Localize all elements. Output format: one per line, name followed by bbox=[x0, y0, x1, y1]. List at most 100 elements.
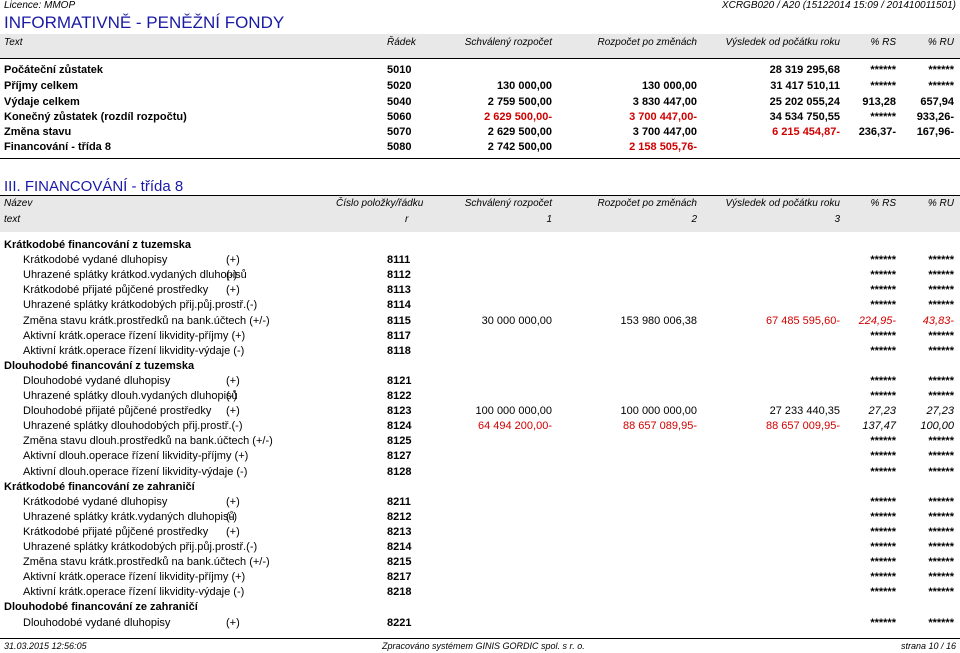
col-index-r: r bbox=[405, 214, 409, 225]
ru-value: ****** bbox=[928, 299, 954, 312]
vysledek-value: 27 233 440,35 bbox=[769, 405, 840, 418]
rs-value: ****** bbox=[870, 374, 896, 387]
table-row: Aktivní dlouh.operace řízení likvidity-v… bbox=[0, 466, 960, 481]
col-header-rozpocet: Rozpočet po změnách bbox=[597, 198, 697, 209]
ru-value: ****** bbox=[928, 616, 954, 629]
col-header-vysledek: Výsledek od počátku roku bbox=[725, 198, 840, 209]
rs-value: ****** bbox=[870, 254, 896, 267]
footer-system: Zpracováno systémem GINIS GORDIC spol. s… bbox=[382, 641, 585, 651]
summary-row: Výdaje celkem 5040 2 759 500,00 3 830 447,0… bbox=[0, 96, 960, 111]
section-title: III. FINANCOVÁNÍ - třída 8 bbox=[4, 178, 184, 195]
row-label: Aktivní dlouh.operace řízení likvidity-p… bbox=[23, 450, 249, 463]
row-label: Uhrazené splátky dlouh.vydaných dluhopis… bbox=[23, 390, 238, 402]
table-row: Aktivní krátk.operace řízení likvidity-p… bbox=[0, 571, 960, 586]
table-row: Uhrazené splátky krátkodobých přij.půj.p… bbox=[0, 541, 960, 556]
row-sign: (+) bbox=[226, 254, 240, 267]
rs-value: ****** bbox=[870, 571, 896, 584]
ru-value: ****** bbox=[928, 541, 954, 553]
row-code: 5020 bbox=[387, 80, 412, 92]
row-sign: (+) bbox=[226, 374, 240, 387]
ru-value: ****** bbox=[928, 344, 954, 357]
vysledek-value: 88 657 009,95- bbox=[765, 420, 840, 433]
vysledek-value: 31 417 510,11 bbox=[770, 80, 840, 92]
schvaleny-value: 2 629 500,00 bbox=[487, 126, 552, 138]
summary-row: Financování - třída 8 5080 2 742 500,00 2 1… bbox=[0, 141, 960, 156]
table-row: Krátkodobé vydané dluhopisy (+) 8211 ******… bbox=[0, 496, 960, 511]
row-code: 8117 bbox=[387, 329, 411, 342]
row-sign: (-) bbox=[226, 390, 237, 402]
rs-value: ****** bbox=[870, 299, 896, 312]
table-row: Krátkodobé přijaté půjčené prostředky (+)… bbox=[0, 284, 960, 299]
ru-value: 167,96- bbox=[916, 126, 954, 138]
ru-value: ****** bbox=[928, 80, 954, 92]
rs-value: ****** bbox=[870, 64, 896, 76]
rozpocet-value: 153 980 006,38 bbox=[620, 314, 697, 327]
row-sign: (+) bbox=[226, 405, 240, 418]
rs-value: ****** bbox=[870, 541, 896, 553]
ru-value: ****** bbox=[928, 495, 954, 508]
ru-value: ****** bbox=[928, 435, 954, 448]
schvaleny-value: 130 000,00 bbox=[496, 80, 552, 92]
table-row: Krátkodobé vydané dluhopisy (+) 8111 ******… bbox=[0, 254, 960, 269]
row-sign: (+) bbox=[226, 495, 240, 508]
ru-value: ****** bbox=[928, 269, 954, 282]
rs-value: 236,37- bbox=[858, 126, 896, 138]
row-label: Příjmy celkem bbox=[4, 80, 78, 92]
col-header-rs: % RS bbox=[870, 198, 896, 209]
row-code: 8212 bbox=[387, 510, 412, 523]
row-code: 8214 bbox=[387, 541, 412, 553]
col-header-nazev: Název bbox=[4, 198, 33, 209]
row-label: Uhrazené splátky krátkodobých přij.půj.p… bbox=[23, 541, 258, 553]
ru-value: ****** bbox=[928, 254, 954, 267]
group-heading: Dlouhodobé financování z tuzemska bbox=[0, 360, 960, 375]
ru-value: ****** bbox=[928, 374, 954, 387]
row-label: Počáteční zůstatek bbox=[4, 64, 104, 76]
row-label: Změna stavu krátk.prostředků na bank.účt… bbox=[23, 314, 270, 327]
row-label: Konečný zůstatek (rozdíl rozpočtu) bbox=[4, 111, 187, 123]
row-code: 8217 bbox=[387, 571, 412, 584]
ru-value: 100,00 bbox=[920, 420, 954, 433]
row-label: Dlouhodobé vydané dluhopisy bbox=[23, 374, 171, 387]
row-label: Aktivní krátk.operace řízení likvidity-v… bbox=[23, 344, 245, 357]
ru-value: ****** bbox=[928, 64, 954, 76]
rs-value: ****** bbox=[870, 344, 896, 357]
licence-label: Licence: MMOP bbox=[4, 0, 76, 11]
row-label: Krátkodobé přijaté půjčené prostředky bbox=[23, 284, 209, 297]
row-label: Krátkodobé vydané dluhopisy bbox=[23, 254, 168, 267]
schvaleny-value: 2 742 500,00 bbox=[487, 141, 552, 153]
row-code: 5080 bbox=[387, 141, 412, 153]
row-code: 8213 bbox=[387, 525, 412, 538]
row-label: Změna stavu bbox=[4, 126, 72, 138]
ru-value: ****** bbox=[928, 329, 954, 342]
row-code: 5070 bbox=[387, 126, 412, 138]
table-row: Změna stavu krátk.prostředků na bank.účt… bbox=[0, 556, 960, 571]
row-label: Uhrazené splátky dlouhodobých přij.prost… bbox=[23, 420, 243, 433]
summary-row: Konečný zůstatek (rozdíl rozpočtu) 5060 2 … bbox=[0, 111, 960, 126]
rs-value: 27,23 bbox=[868, 405, 896, 418]
ru-value: 933,26- bbox=[916, 111, 954, 123]
table-row: Aktivní krátk.operace řízení likvidity-v… bbox=[0, 345, 960, 360]
row-sign: (+) bbox=[226, 284, 240, 297]
group-heading: Dlouhodobé financování ze zahraničí bbox=[0, 601, 960, 616]
row-sign: (-) bbox=[226, 510, 237, 523]
rozpocet-value: 130 000,00 bbox=[641, 80, 697, 92]
ru-value: 43,83- bbox=[922, 314, 954, 327]
row-code: 8125 bbox=[387, 435, 412, 448]
schvaleny-value: 64 494 200,00- bbox=[477, 420, 552, 433]
col-header-rozpocet: Rozpočet po změnách bbox=[597, 37, 697, 48]
rozpocet-value: 3 830 447,00 bbox=[632, 96, 697, 108]
rozpocet-value: 100 000 000,00 bbox=[620, 405, 697, 418]
table-row: Změna stavu dlouh.prostředků na bank.účt… bbox=[0, 435, 960, 450]
rs-value: 224,95- bbox=[858, 314, 896, 327]
row-label: Krátkodobé přijaté půjčené prostředky bbox=[23, 525, 209, 538]
divider bbox=[0, 158, 960, 159]
footer-divider bbox=[0, 638, 960, 639]
schvaleny-value: 30 000 000,00 bbox=[481, 314, 552, 327]
row-label: Aktivní krátk.operace řízení likvidity-v… bbox=[23, 586, 245, 599]
row-label: Financování - třída 8 bbox=[4, 141, 111, 153]
vysledek-value: 34 534 750,55 bbox=[769, 111, 840, 123]
schvaleny-value: 100 000 000,00 bbox=[475, 405, 552, 418]
row-code: 8111 bbox=[387, 254, 411, 267]
row-label: Uhrazené splátky krátkod.vydaných dluhop… bbox=[23, 269, 247, 282]
rs-value: ****** bbox=[870, 510, 896, 523]
